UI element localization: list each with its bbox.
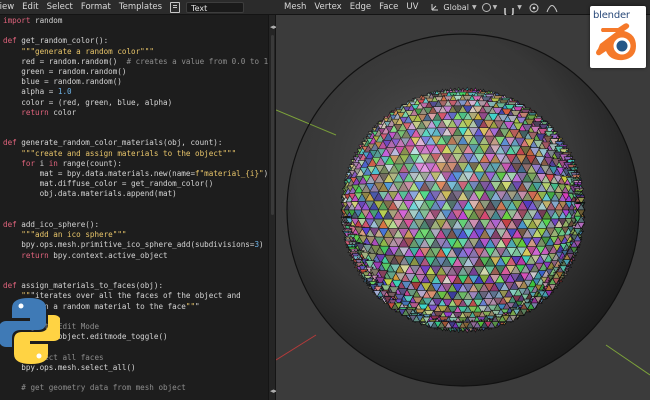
code-line[interactable]: alpha = 1.0 <box>3 87 71 96</box>
y-axis-line-back <box>605 344 650 376</box>
transform-orientation-dropdown[interactable]: Global ▼ <box>430 2 477 12</box>
code-line[interactable]: def assign_materials_to_faces(obj): <box>3 281 163 290</box>
menu-format[interactable]: Format <box>79 2 117 12</box>
menu-templates[interactable]: Templates <box>117 2 168 12</box>
code-line[interactable]: green = random.random() <box>3 67 126 76</box>
code-line[interactable]: for i in range(count): <box>3 159 122 168</box>
code-line[interactable]: return color <box>3 108 76 117</box>
code-line[interactable]: def generate_random_color_materials(obj,… <box>3 138 222 147</box>
sphere-shading <box>287 34 639 386</box>
code-line[interactable]: def get_random_color(): <box>3 36 108 45</box>
snap-icon[interactable] <box>503 2 515 18</box>
blender-logo-icon <box>596 23 636 61</box>
text-editor-menus: View Edit Select Format Templates Text <box>0 0 245 14</box>
code-line[interactable]: color = (red, green, blue, alpha) <box>3 98 172 107</box>
pivot-point-icon[interactable] <box>481 2 491 12</box>
code-line[interactable]: mat.diffuse_color = get_random_color() <box>3 179 214 188</box>
code-line[interactable]: mat = bpy.data.materials.new(name=f"mate… <box>3 169 268 178</box>
chevron-down-icon: ▼ <box>517 3 522 11</box>
code-line[interactable]: """generate a random color""" <box>3 47 154 56</box>
menu-face[interactable]: Face <box>377 2 404 12</box>
ico-sphere-render[interactable] <box>276 15 650 400</box>
menu-edit[interactable]: Edit <box>20 2 44 12</box>
code-line[interactable]: bpy.ops.mesh.primitive_ico_sphere_add(su… <box>3 240 263 249</box>
chevron-down-icon: ▼ <box>471 3 477 11</box>
code-line[interactable]: def add_ico_sphere(): <box>3 220 99 229</box>
transform-orientation-label: Global <box>443 2 469 12</box>
code-line[interactable]: obj.data.materials.append(mat) <box>3 189 177 198</box>
code-line[interactable]: """add an ico sphere""" <box>3 230 126 239</box>
code-line[interactable]: """create and assign materials to the ob… <box>3 149 236 158</box>
viewport-menus: Mesh Vertex Edge Face UV Global ▼ ▼ ▼ <box>282 0 558 18</box>
menu-mesh[interactable]: Mesh <box>282 2 312 12</box>
x-axis-line <box>276 334 317 361</box>
text-block-name-field[interactable]: Text <box>186 1 245 13</box>
code-line[interactable]: red = random.random() # creates a value … <box>3 57 268 66</box>
code-line[interactable]: # get geometry data from mesh object <box>3 383 186 392</box>
3d-viewport[interactable] <box>276 15 650 400</box>
chevron-down-icon: ▼ <box>492 3 498 11</box>
text-block-browse-icon[interactable] <box>170 1 181 13</box>
blender-logo: blender <box>590 6 646 68</box>
editor-scrollbar[interactable] <box>271 35 274 215</box>
menu-view[interactable]: View <box>0 2 20 12</box>
python-logo-icon <box>0 298 60 364</box>
menu-edge[interactable]: Edge <box>348 2 377 12</box>
menu-select[interactable]: Select <box>45 2 79 12</box>
menu-vertex[interactable]: Vertex <box>312 2 347 12</box>
orientation-axes-icon <box>431 4 439 11</box>
code-line[interactable]: return bpy.context.active_object <box>3 251 167 260</box>
header-menubar: View Edit Select Format Templates Text M… <box>0 0 650 18</box>
menu-uv[interactable]: UV <box>404 2 424 12</box>
code-line[interactable]: blue = random.random() <box>3 77 122 86</box>
editor-divider[interactable]: ◂▸ ◂▸ <box>268 15 277 400</box>
code-line[interactable]: import random <box>3 16 62 25</box>
